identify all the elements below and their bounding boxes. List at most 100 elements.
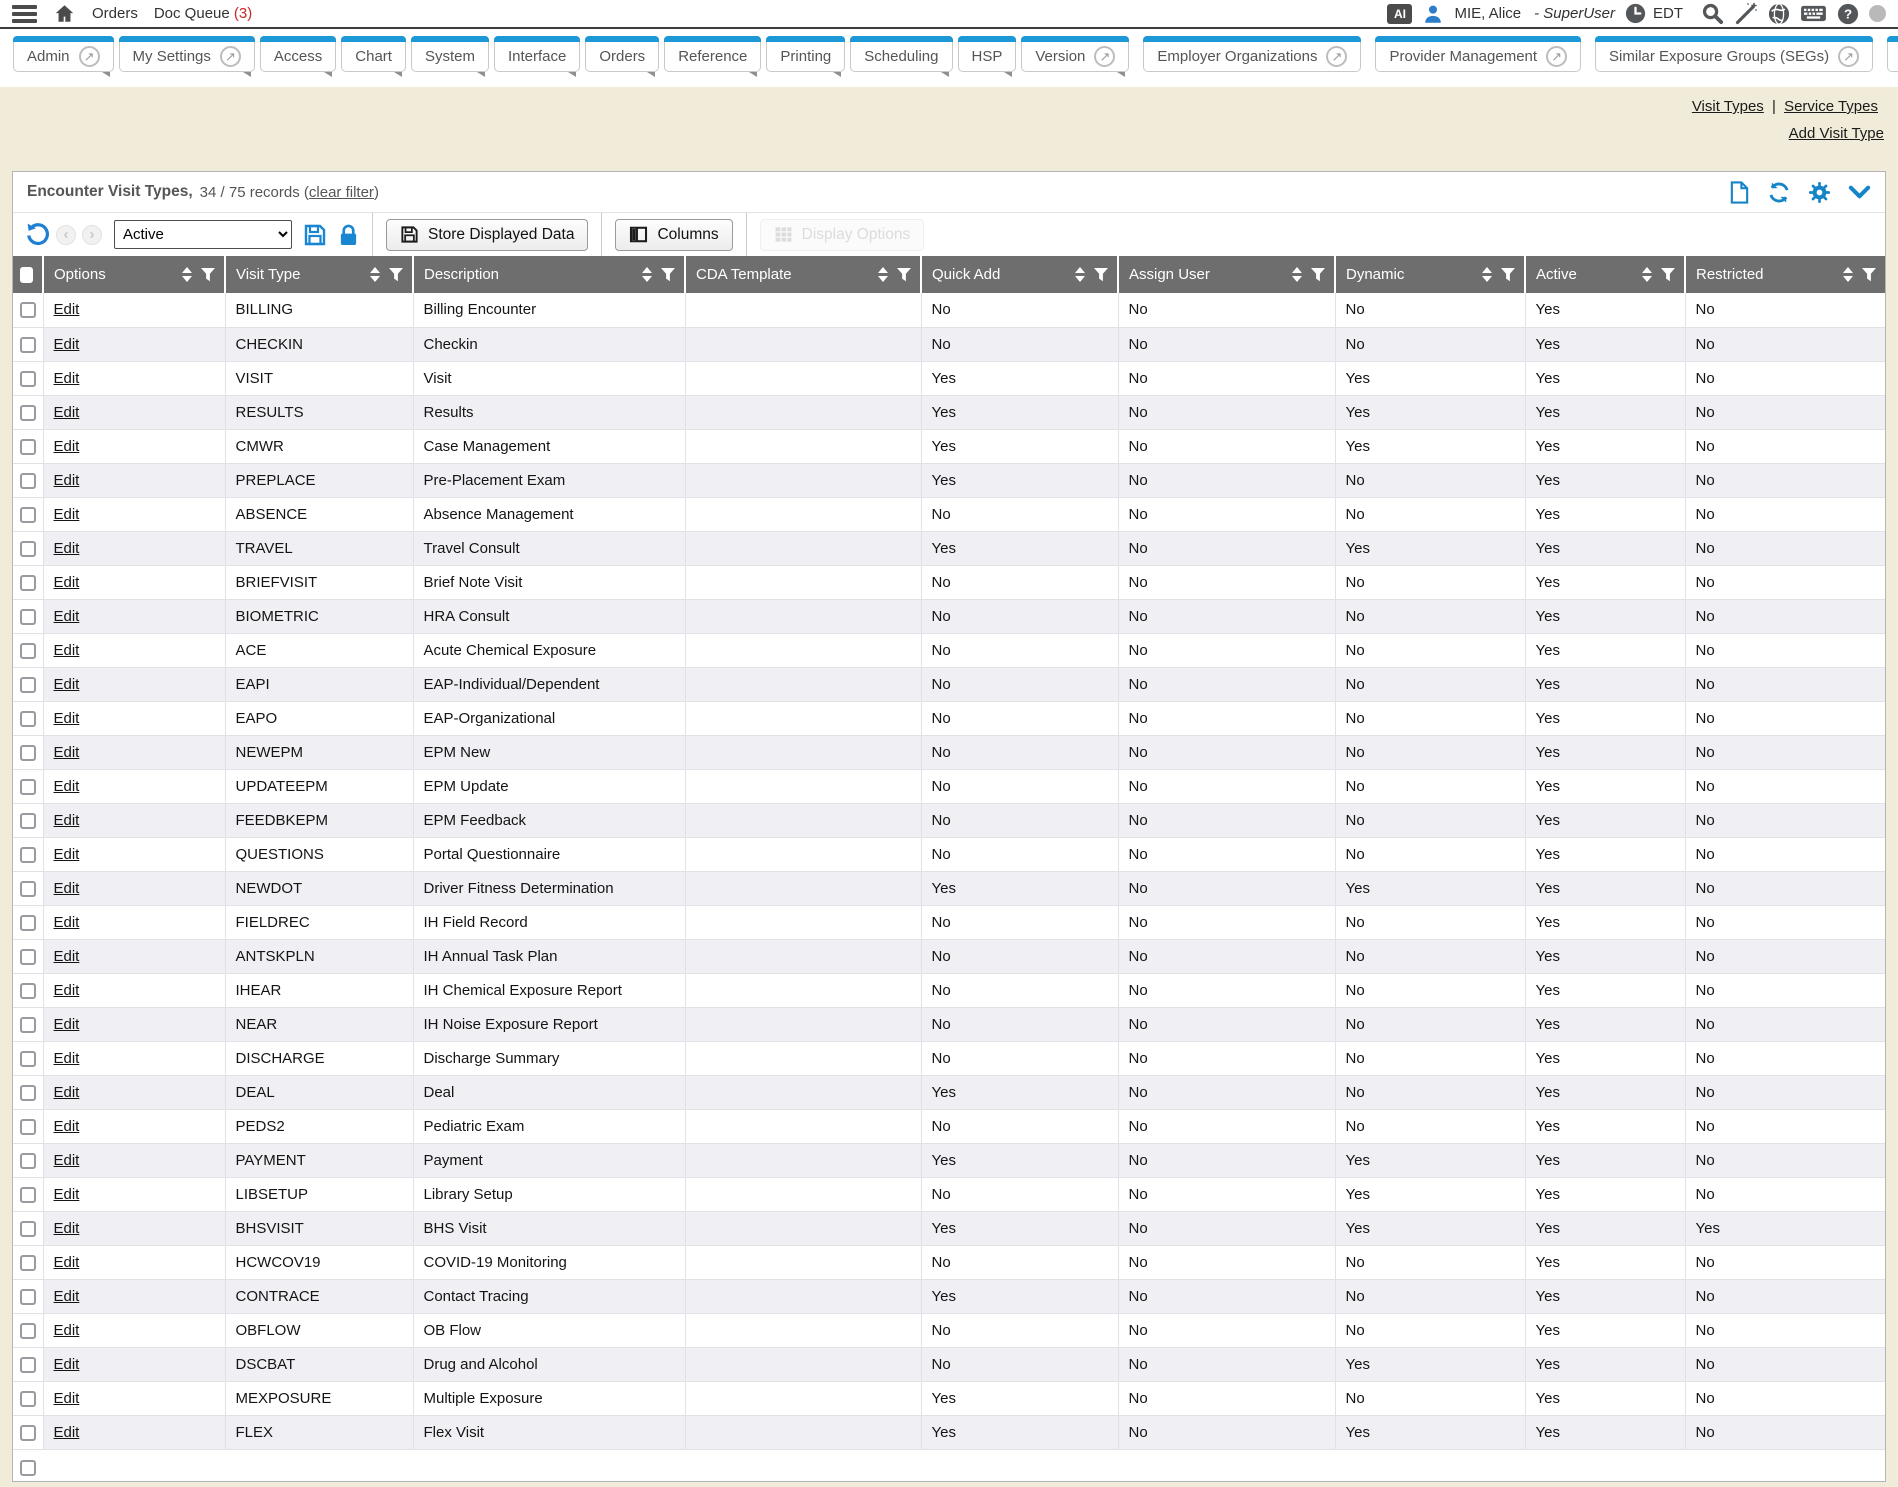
row-checkbox[interactable] [20,983,36,999]
edit-link[interactable]: Edit [54,710,80,727]
row-checkbox[interactable] [20,302,36,318]
edit-link[interactable]: Edit [54,948,80,965]
clock-icon[interactable] [1625,3,1646,24]
user-icon[interactable] [1422,3,1444,25]
clear-filter-link[interactable]: clear filter [309,184,374,201]
edit-link[interactable]: Edit [54,1186,80,1203]
row-checkbox[interactable] [20,1187,36,1203]
tab-orders[interactable]: Orders [585,36,659,72]
edit-link[interactable]: Edit [54,1322,80,1339]
filter-funnel-icon[interactable] [897,268,911,282]
keyboard-icon[interactable] [1800,3,1827,24]
tab-chart[interactable]: Chart [341,36,406,72]
visit-types-link[interactable]: Visit Types [1692,98,1764,115]
columns-button[interactable]: Columns [615,219,732,251]
filter-funnel-icon[interactable] [661,268,675,282]
row-checkbox[interactable] [20,507,36,523]
save-filter-icon[interactable] [303,223,327,247]
row-checkbox[interactable] [20,1221,36,1237]
tab-printing[interactable]: Printing [766,36,845,72]
row-checkbox[interactable] [20,1017,36,1033]
open-in-new-arrow-icon[interactable]: ↗ [220,46,241,67]
search-icon[interactable] [1701,2,1724,25]
tab-provider-management[interactable]: Provider Management ↗ [1375,36,1581,72]
row-checkbox[interactable] [20,1425,36,1441]
tab-my-settings[interactable]: My Settings ↗ [119,36,255,72]
sort-icon[interactable] [182,267,192,282]
row-checkbox[interactable] [20,575,36,591]
add-visit-type-link[interactable]: Add Visit Type [1789,125,1884,142]
tab-access[interactable]: Access [260,36,336,72]
tab-similar-exposure-groups-segs-[interactable]: Similar Exposure Groups (SEGs) ↗ [1595,36,1873,72]
row-checkbox[interactable] [20,1051,36,1067]
row-checkbox[interactable] [20,1153,36,1169]
row-checkbox[interactable] [20,711,36,727]
tab-interface[interactable]: Interface [494,36,580,72]
row-checkbox[interactable] [20,881,36,897]
ai-badge[interactable]: AI [1387,4,1412,24]
edit-link[interactable]: Edit [54,778,80,795]
filter-funnel-icon[interactable] [1501,268,1515,282]
row-checkbox[interactable] [20,847,36,863]
filter-funnel-icon[interactable] [1661,268,1675,282]
row-checkbox[interactable] [20,371,36,387]
edit-link[interactable]: Edit [54,1118,80,1135]
sort-icon[interactable] [370,267,380,282]
tab-work-locations[interactable]: Work Locations ↗ [1887,36,1898,72]
tab-version[interactable]: Version ↗ [1021,36,1129,72]
tab-admin[interactable]: Admin ↗ [13,36,114,72]
wand-icon[interactable] [1734,2,1758,26]
edit-link[interactable]: Edit [54,676,80,693]
edit-link[interactable]: Edit [54,1220,80,1237]
home-icon[interactable] [53,3,76,25]
help-icon[interactable]: ? [1837,3,1859,25]
edit-link[interactable]: Edit [54,1050,80,1067]
row-checkbox[interactable] [20,677,36,693]
sort-icon[interactable] [1292,267,1302,282]
row-checkbox[interactable] [20,1323,36,1339]
open-in-new-arrow-icon[interactable]: ↗ [1546,46,1567,67]
tab-reference[interactable]: Reference [664,36,761,72]
breadcrumb-orders[interactable]: Orders [92,5,138,22]
row-checkbox[interactable] [20,813,36,829]
edit-link[interactable]: Edit [54,812,80,829]
edit-link[interactable]: Edit [54,1254,80,1271]
row-checkbox[interactable] [20,1357,36,1373]
active-filter-select[interactable]: Active [114,220,292,249]
edit-link[interactable]: Edit [54,914,80,931]
store-displayed-data-button[interactable]: Store Displayed Data [386,219,588,251]
filter-funnel-icon[interactable] [1094,268,1108,282]
row-checkbox[interactable] [20,1255,36,1271]
row-checkbox[interactable] [20,473,36,489]
tab-system[interactable]: System [411,36,489,72]
edit-link[interactable]: Edit [54,574,80,591]
open-in-new-arrow-icon[interactable]: ↗ [79,46,100,67]
row-checkbox[interactable] [20,337,36,353]
lock-icon[interactable] [338,223,359,247]
footer-select-all-checkbox[interactable] [20,1460,36,1476]
row-checkbox[interactable] [20,405,36,421]
edit-link[interactable]: Edit [54,1084,80,1101]
edit-link[interactable]: Edit [54,540,80,557]
row-checkbox[interactable] [20,915,36,931]
edit-link[interactable]: Edit [54,1288,80,1305]
edit-link[interactable]: Edit [54,846,80,863]
edit-link[interactable]: Edit [54,744,80,761]
open-in-new-arrow-icon[interactable]: ↗ [1838,46,1859,67]
open-in-new-arrow-icon[interactable]: ↗ [1326,46,1347,67]
row-checkbox[interactable] [20,949,36,965]
row-checkbox[interactable] [20,745,36,761]
new-document-icon[interactable] [1729,181,1750,204]
refresh-icon[interactable] [1767,181,1791,204]
row-checkbox[interactable] [20,643,36,659]
sort-icon[interactable] [1075,267,1085,282]
edit-link[interactable]: Edit [54,301,80,318]
sort-icon[interactable] [1482,267,1492,282]
user-name[interactable]: MIE, Alice [1454,5,1521,22]
sort-icon[interactable] [642,267,652,282]
edit-link[interactable]: Edit [54,1390,80,1407]
sort-icon[interactable] [1843,267,1853,282]
row-checkbox[interactable] [20,779,36,795]
filter-funnel-icon[interactable] [1311,268,1325,282]
sort-icon[interactable] [1642,267,1652,282]
